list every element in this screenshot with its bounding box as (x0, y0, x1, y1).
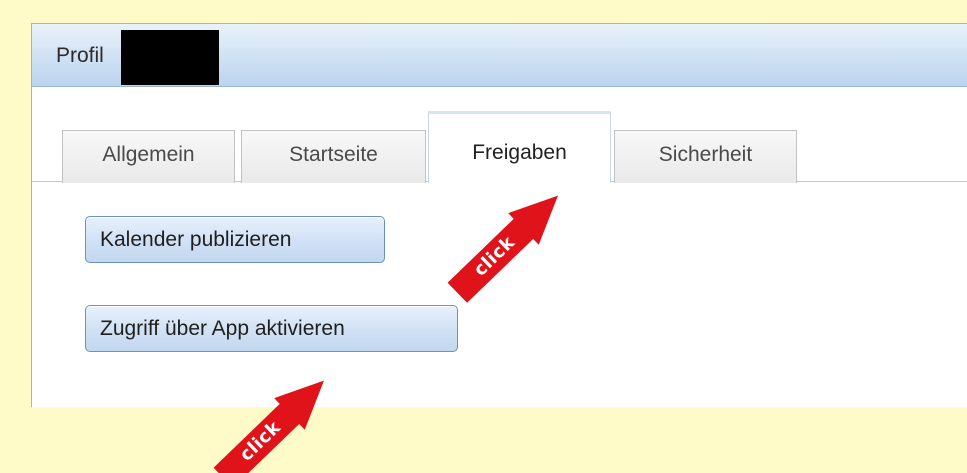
tab-sicherheit[interactable]: Sicherheit (614, 130, 797, 183)
dialog-title: Profil (56, 44, 104, 67)
screenshot-stage: Profil Allgemein Startseite Freigaben Si… (0, 0, 967, 473)
tab-freigaben[interactable]: Freigaben (428, 111, 611, 183)
profile-dialog: Profil Allgemein Startseite Freigaben Si… (31, 23, 967, 407)
redacted-name-block (121, 30, 219, 85)
dialog-title-bar: Profil (32, 24, 967, 87)
tab-allgemein[interactable]: Allgemein (62, 130, 235, 183)
publish-calendar-button[interactable]: Kalender publizieren (85, 216, 385, 263)
tab-startseite[interactable]: Startseite (241, 130, 426, 183)
enable-app-access-button[interactable]: Zugriff über App aktivieren (85, 305, 458, 352)
